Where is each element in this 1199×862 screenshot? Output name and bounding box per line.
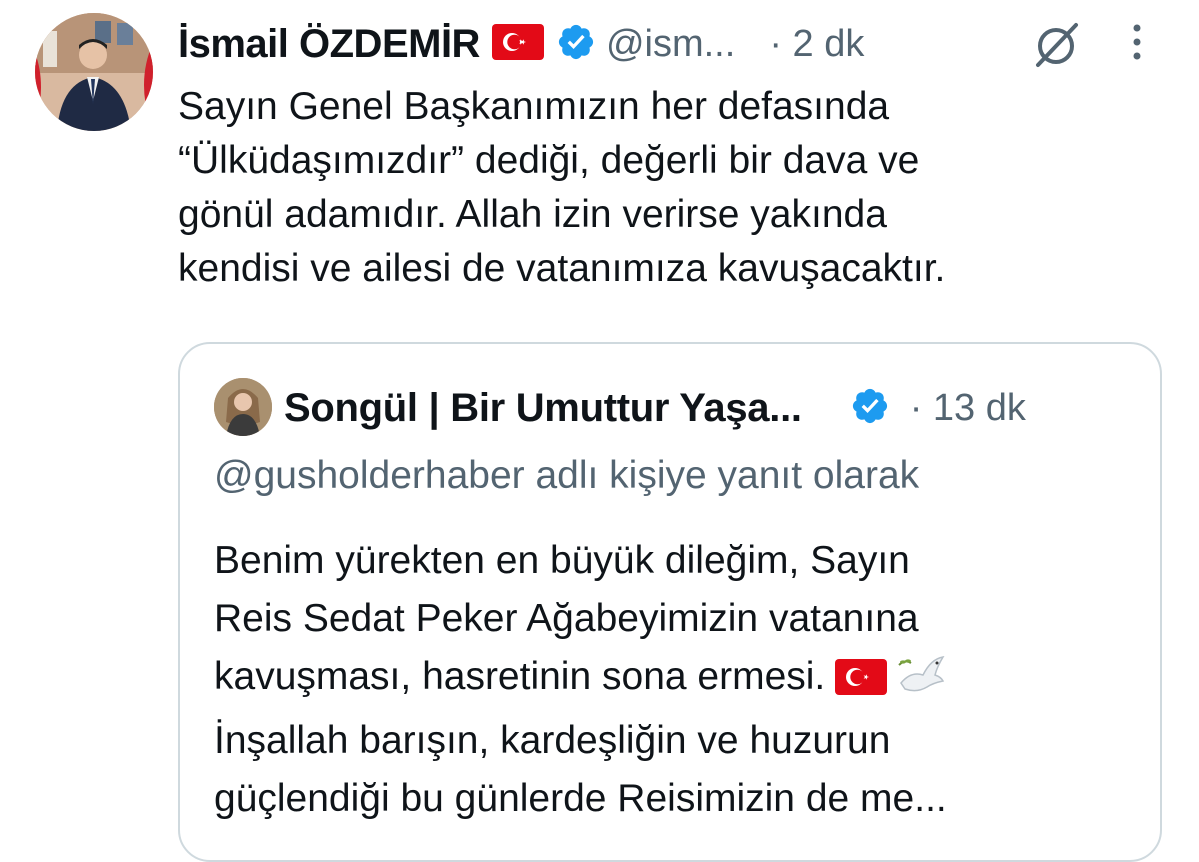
quote-author-name[interactable]: Songül | Bir Umuttur Yaşa...	[284, 386, 802, 431]
grok-icon[interactable]	[1030, 19, 1082, 76]
tweet-timestamp[interactable]: · 2 dk	[769, 23, 864, 66]
author-avatar[interactable]	[35, 13, 153, 131]
reply-context[interactable]: @gusholderhaber adlı kişiye yanıt olarak	[214, 454, 919, 498]
quote-header: Songül | Bir Umuttur Yaşa... · 13 dk	[284, 378, 1026, 438]
author-handle[interactable]: @ism...	[606, 23, 735, 66]
verified-badge-icon[interactable]	[850, 386, 890, 431]
author-name[interactable]: İsmail ÖZDEMİR	[178, 22, 480, 67]
turkey-flag-icon	[835, 654, 888, 712]
tweet-line: gönül adamıdır. Allah izin verirse yakın…	[178, 193, 887, 236]
quote-line-with-emoji: kavuşması, hasretinin sona ermesi.	[214, 648, 947, 712]
quote-line: İnşallah barışın, kardeşliğin ve huzurun	[214, 719, 891, 762]
tweet-line: Sayın Genel Başkanımızın her defasında	[178, 85, 890, 128]
quote-line: Reis Sedat Peker Ağabeyimizin vatanına	[214, 597, 919, 640]
quote-line: kavuşması, hasretinin sona ermesi.	[214, 655, 826, 698]
quote-text: Benim yürekten en büyük dileğim, Sayın R…	[214, 532, 947, 828]
dove-icon	[897, 653, 947, 712]
quote-line: Benim yürekten en büyük dileğim, Sayın	[214, 539, 910, 582]
tweet-line: kendisi ve ailesi de vatanımıza kavuşaca…	[178, 247, 946, 290]
tweet-line: “Ülküdaşımızdır” dediği, değerli bir dav…	[178, 139, 920, 182]
verified-badge-icon[interactable]	[556, 22, 596, 67]
quote-line: güçlendiği bu günlerde Reisimizin de me.…	[214, 777, 947, 820]
turkey-flag-icon	[491, 23, 544, 65]
tweet-text: Sayın Genel Başkanımızın her defasında “…	[178, 80, 1158, 296]
tweet-header: İsmail ÖZDEMİR @ism... · 2 dk	[178, 14, 864, 74]
quoted-tweet[interactable]: Songül | Bir Umuttur Yaşa... · 13 dk @gu…	[178, 342, 1162, 862]
quote-author-avatar[interactable]	[214, 378, 272, 436]
more-options-icon[interactable]	[1127, 22, 1147, 71]
quote-timestamp[interactable]: · 13 dk	[910, 387, 1026, 430]
